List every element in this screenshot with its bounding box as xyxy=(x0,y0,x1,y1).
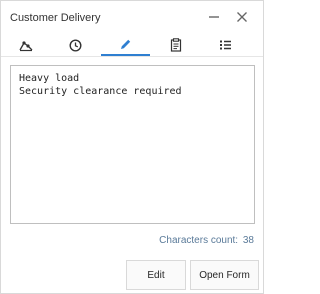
minimize-icon xyxy=(208,11,220,23)
document-icon xyxy=(170,38,182,52)
characters-count-value: 38 xyxy=(242,235,254,246)
clock-icon xyxy=(69,38,82,52)
route-icon xyxy=(18,38,33,52)
notes-textarea[interactable]: Heavy load Security clearance required xyxy=(10,65,255,224)
characters-count-label: Characters count: xyxy=(159,235,239,246)
close-button[interactable] xyxy=(232,7,252,27)
minimize-button[interactable] xyxy=(204,7,224,27)
panel-header: Customer Delivery xyxy=(1,1,263,34)
open-form-button[interactable]: Open Form xyxy=(190,260,259,290)
tab-bar xyxy=(1,34,263,57)
characters-count: Characters count: 38 xyxy=(157,235,254,246)
panel-title: Customer Delivery xyxy=(10,12,101,24)
list-icon xyxy=(219,39,232,51)
tab-list[interactable] xyxy=(201,34,250,56)
close-icon xyxy=(236,11,248,23)
edit-button[interactable]: Edit xyxy=(126,260,186,290)
tab-history[interactable] xyxy=(51,34,100,56)
delivery-panel: Customer Delivery Heavy load Security cl… xyxy=(0,0,264,294)
pencil-icon xyxy=(119,38,132,51)
tab-notes[interactable] xyxy=(101,34,150,56)
tab-route[interactable] xyxy=(1,34,50,56)
tab-documents[interactable] xyxy=(151,34,200,56)
